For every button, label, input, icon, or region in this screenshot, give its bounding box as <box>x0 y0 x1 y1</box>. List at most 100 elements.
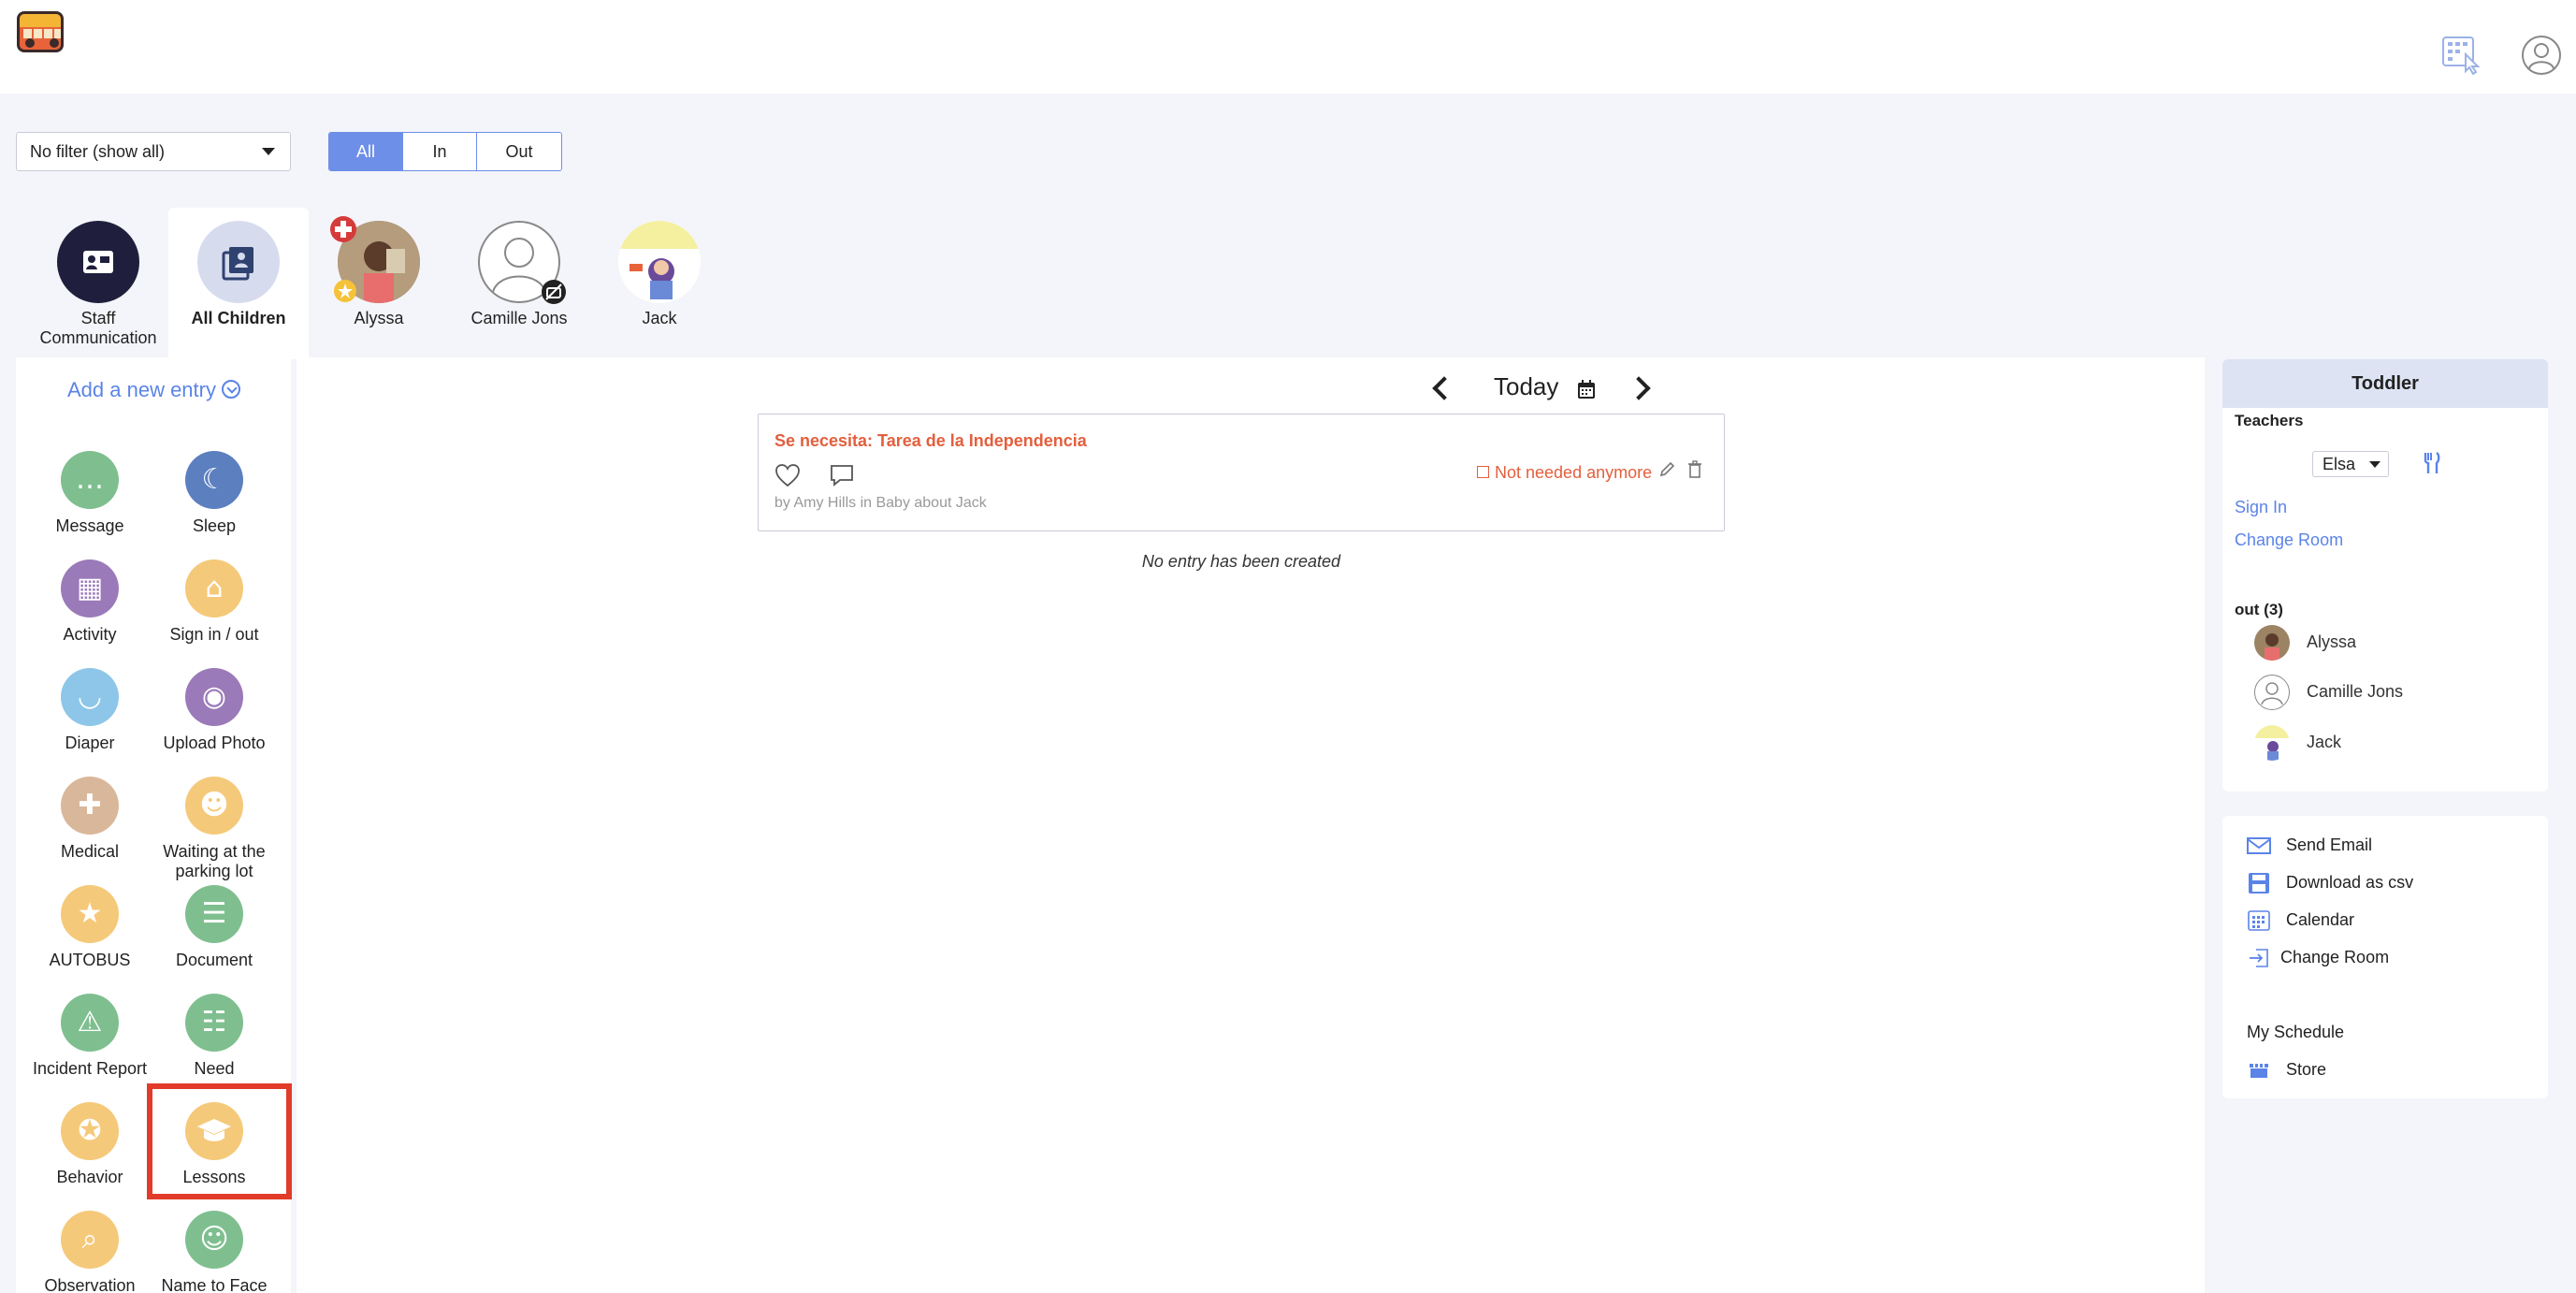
entry-label: Behavior <box>56 1168 123 1186</box>
medical-badge-icon <box>330 216 356 242</box>
keypad-icon[interactable] <box>2441 34 2484 77</box>
entry-label: Message <box>55 516 124 535</box>
child-staff-communication[interactable]: Staff Communication <box>28 208 168 357</box>
child-all-children[interactable]: All Children <box>168 208 309 359</box>
envelope-icon <box>2247 837 2271 854</box>
child-label: Jack <box>642 309 677 327</box>
entry-label: Name to Face <box>161 1276 268 1293</box>
date-navigation: Today <box>1134 370 1695 408</box>
chevron-down-icon <box>221 380 240 400</box>
entry-observation[interactable]: ⌕ Observation <box>24 1211 155 1293</box>
checklist-icon: ☷ <box>201 1006 227 1039</box>
journal-entry-card: Se necesita: Tarea de la Independencia b… <box>758 414 1725 531</box>
entry-diaper[interactable]: ◡ Diaper <box>24 668 155 753</box>
comment-icon[interactable] <box>829 463 855 487</box>
heart-icon[interactable] <box>774 463 801 487</box>
date-label[interactable]: Today <box>1494 372 1558 401</box>
room-panel: Toddler Teachers Elsa Sign In Change Roo… <box>2222 359 2548 792</box>
entry-activity[interactable]: ▦ Activity <box>24 559 155 645</box>
smile-face-icon: ☻ <box>199 789 229 821</box>
entry-autobus[interactable]: ★ AUTOBUS <box>24 885 155 970</box>
trash-icon[interactable] <box>1687 460 1702 479</box>
child-filter-select[interactable]: No filter (show all) <box>16 132 291 171</box>
calendar-grid-icon <box>2248 910 2270 931</box>
lessons-highlight-box <box>147 1083 292 1199</box>
child-alyssa[interactable]: Alyssa <box>309 208 449 357</box>
child-avatar <box>2254 725 2290 761</box>
entry-label: Upload Photo <box>163 734 266 752</box>
segment-out[interactable]: Out <box>477 133 561 170</box>
entry-label: Diaper <box>65 734 115 752</box>
edit-pencil-icon[interactable] <box>1658 461 1675 478</box>
next-day-icon[interactable] <box>1627 376 1651 400</box>
document-icon: ☰ <box>201 897 227 930</box>
blocks-icon: ▦ <box>76 572 104 604</box>
add-new-entry-toggle[interactable]: Add a new entry <box>67 378 240 402</box>
sign-in-link[interactable]: Sign In <box>2235 498 2287 517</box>
staff-card-icon <box>57 221 139 303</box>
school-bus-logo-icon[interactable] <box>17 11 64 52</box>
child-label: Staff Communication <box>39 309 157 347</box>
entry-label: Sign in / out <box>169 625 259 644</box>
out-count-label: out (3) <box>2235 601 2283 618</box>
entry-need[interactable]: ☷ Need <box>149 994 280 1079</box>
no-photo-badge-icon <box>542 280 566 304</box>
warning-icon: ⚠ <box>77 1006 103 1039</box>
user-profile-icon[interactable] <box>2520 34 2563 77</box>
child-camille-jons[interactable]: Camille Jons <box>449 208 589 357</box>
meal-fork-knife-icon[interactable] <box>2423 451 2441 475</box>
out-child-name: Camille Jons <box>2307 682 2404 701</box>
calendar-icon[interactable] <box>1577 379 1596 400</box>
entry-label: Medical <box>60 842 120 861</box>
entry-document[interactable]: ☰ Document <box>149 885 280 970</box>
enter-arrow-icon <box>2250 949 2268 967</box>
journal-feed: Today Se necesita: Tarea de la Independe… <box>297 357 2205 1293</box>
child-label: All Children <box>191 309 286 327</box>
filter-select-value: No filter (show all) <box>30 142 166 161</box>
out-child-name: Jack <box>2307 733 2342 751</box>
segment-in[interactable]: In <box>403 133 477 170</box>
entry-title: Se necesita: Tarea de la Independencia <box>774 431 1087 450</box>
entry-name-to-face[interactable]: ☺ Name to Face <box>149 1211 280 1293</box>
segment-all[interactable]: All <box>329 133 403 170</box>
entry-incident-report[interactable]: ⚠ Incident Report <box>24 994 155 1079</box>
entry-label: Need <box>194 1059 235 1078</box>
entry-medical[interactable]: ✚ Medical <box>24 777 155 862</box>
entry-label: Activity <box>63 625 117 644</box>
teacher-select[interactable]: Elsa <box>2312 451 2389 477</box>
star-icon: ★ <box>77 897 103 930</box>
diaper-icon: ◡ <box>77 680 103 713</box>
clipboard-search-icon: ⌕ <box>81 1223 98 1256</box>
checkbox-icon <box>1477 466 1489 478</box>
teacher-select-value: Elsa <box>2323 455 2356 473</box>
entry-label: Sleep <box>192 516 237 535</box>
previous-day-icon[interactable] <box>1432 376 1456 400</box>
calendar-label: Calendar <box>2286 910 2355 929</box>
house-icon: ⌂ <box>205 572 224 604</box>
child-jack[interactable]: Jack <box>589 208 730 357</box>
moon-icon: ☾ <box>201 463 227 496</box>
not-needed-label: Not needed anymore <box>1495 463 1653 482</box>
entry-sleep[interactable]: ☾ Sleep <box>149 451 280 536</box>
save-disk-icon <box>2249 873 2269 893</box>
entry-behavior[interactable]: ✪ Behavior <box>24 1102 155 1187</box>
empty-state-text: No entry has been created <box>1141 552 1341 571</box>
child-label: Camille Jons <box>470 309 568 327</box>
caret-down-icon <box>262 148 275 155</box>
change-room-label: Change Room <box>2280 948 2390 966</box>
store-label: Store <box>2286 1060 2327 1079</box>
entry-author: by Amy Hills in Baby about Jack <box>774 495 987 511</box>
doctor-icon: ✚ <box>78 789 102 821</box>
not-needed-checkbox[interactable]: Not needed anymore <box>1477 463 1652 483</box>
child-avatar <box>2254 625 2290 661</box>
entry-sign-in-out[interactable]: ⌂ Sign in / out <box>149 559 280 645</box>
change-room-link[interactable]: Change Room <box>2235 530 2343 550</box>
entry-label: Document <box>175 951 253 969</box>
camera-icon: ◉ <box>201 680 227 713</box>
entry-upload-photo[interactable]: ◉ Upload Photo <box>149 668 280 753</box>
entry-message[interactable]: … Message <box>24 451 155 536</box>
children-list-icon <box>197 221 280 303</box>
actions-panel: Send Email Download as csv Calendar Chan… <box>2222 816 2548 1098</box>
child-label: Alyssa <box>354 309 404 327</box>
entry-waiting-parking-lot[interactable]: ☻ Waiting at the parking lot <box>149 777 280 881</box>
